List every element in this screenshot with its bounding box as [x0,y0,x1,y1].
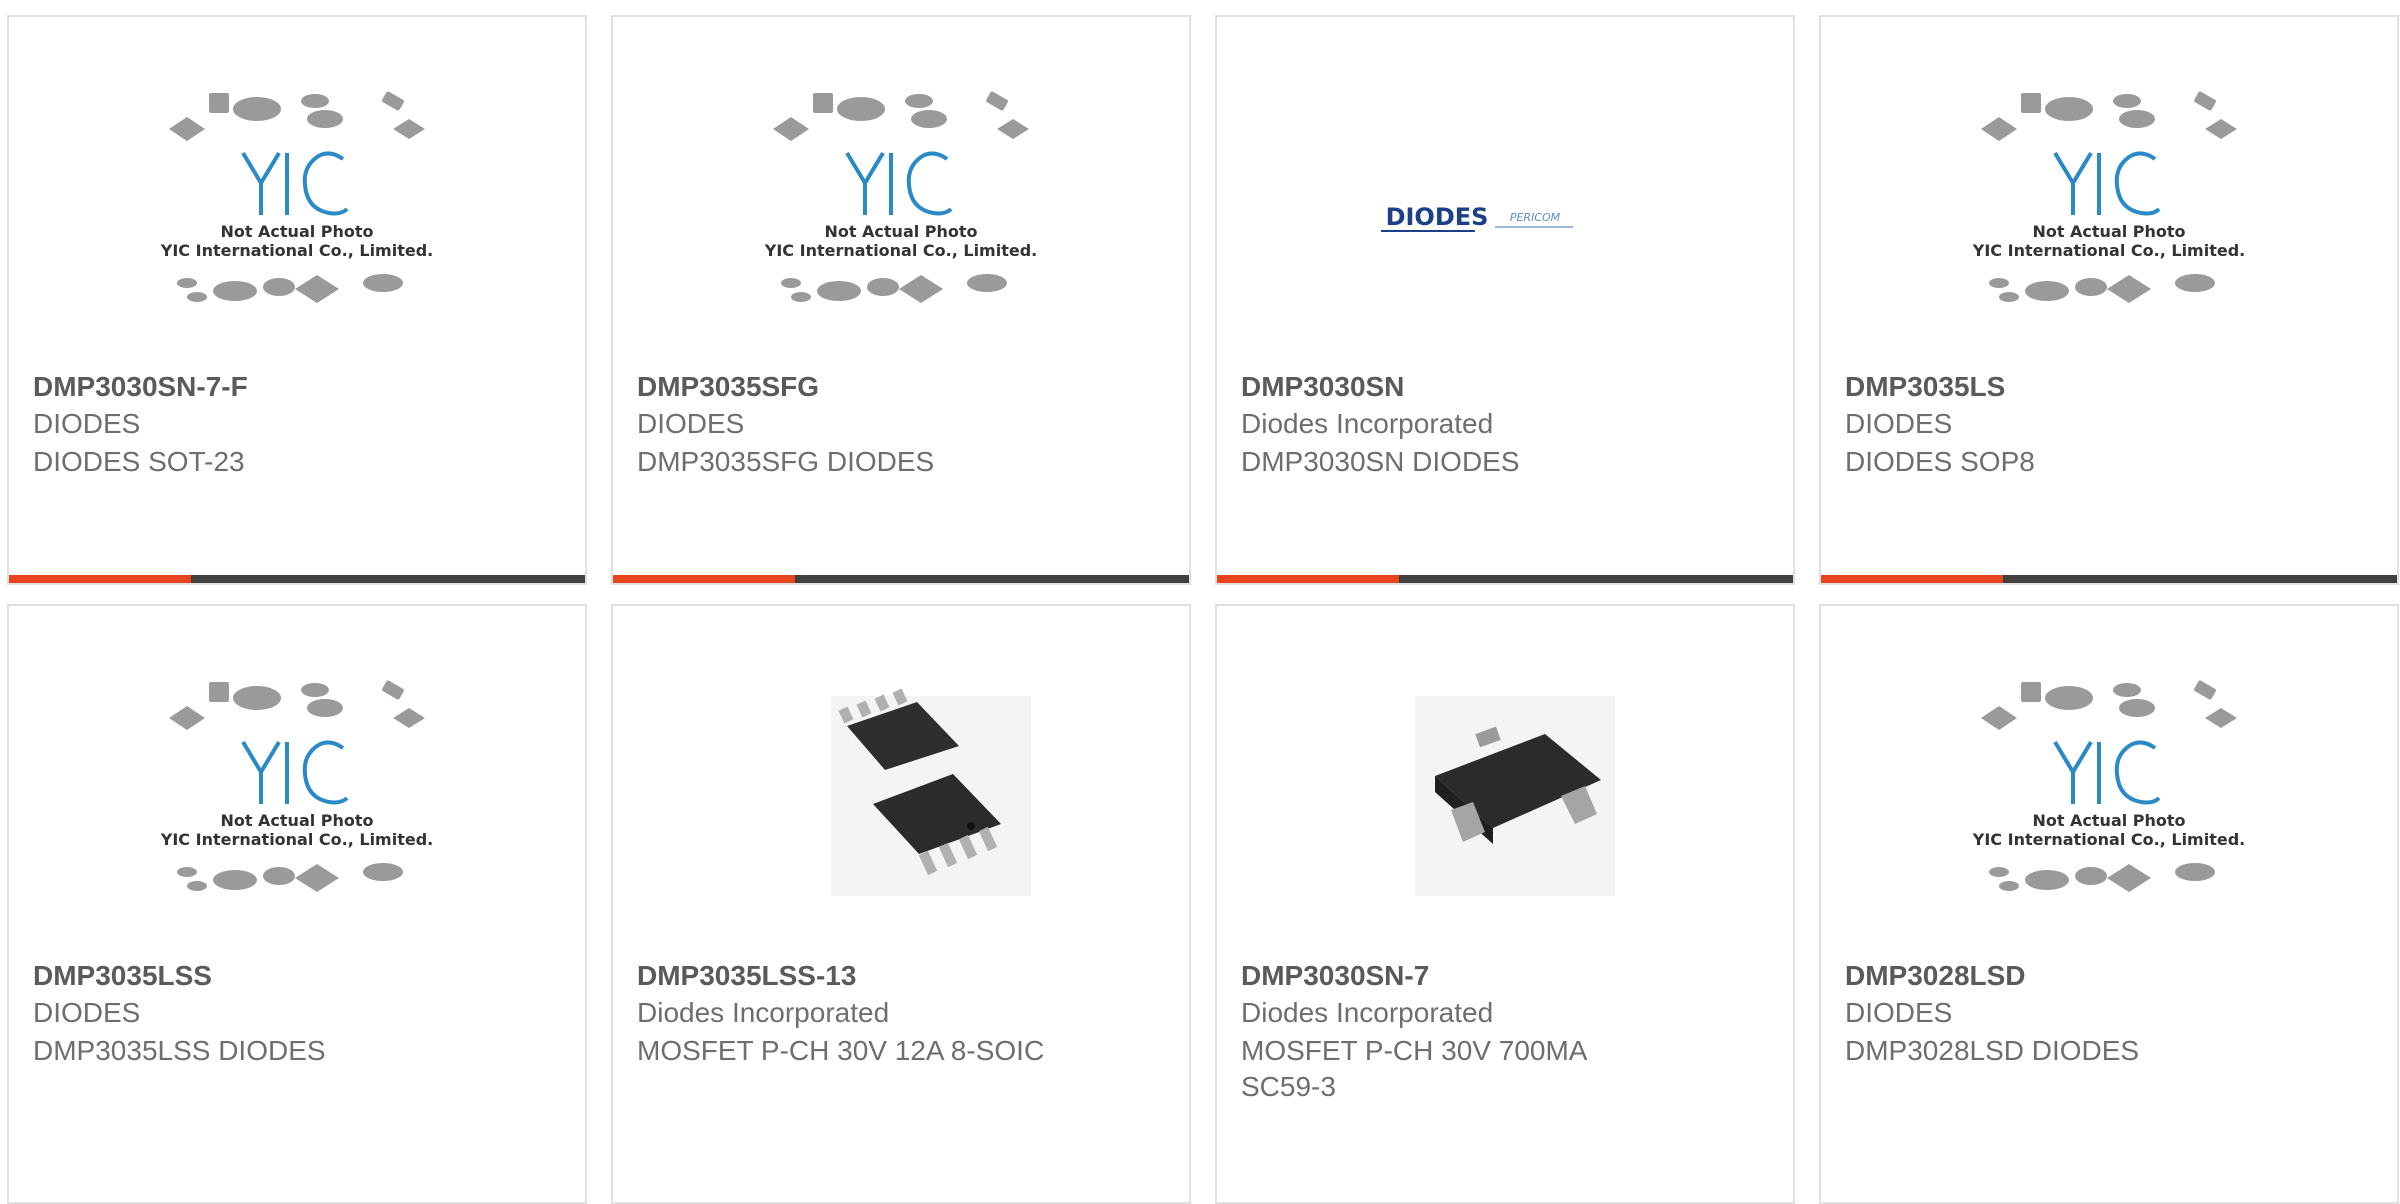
product-image[interactable]: DIODES PERICOM [1217,57,1793,357]
card-bar-accent [9,575,191,583]
placeholder-text-2: YIC International Co., Limited. [160,830,433,849]
part-number[interactable]: DMP3035LSS-13 [637,960,856,992]
placeholder-text-1: Not Actual Photo [220,811,373,830]
manufacturer: DIODES [33,997,141,1028]
manufacturer: Diodes Incorporated [637,997,890,1028]
product-image[interactable] [1217,646,1793,946]
description: DMP3035LSS DIODES [33,1035,326,1066]
diodes-brand: DIODES [1386,203,1489,231]
card-bar [1217,575,1793,583]
placeholder-text-1: Not Actual Photo [220,222,373,241]
part-number[interactable]: DMP3030SN-7-F [33,371,248,403]
diodes-logo-icon: DIODES PERICOM [1381,203,1573,232]
placeholder-text-1: Not Actual Photo [2032,222,2185,241]
placeholder-text-2: YIC International Co., Limited. [160,241,433,260]
product-image[interactable]: Not Actual Photo YIC International Co., … [9,57,585,357]
placeholder-text-2: YIC International Co., Limited. [1972,830,2245,849]
card-bar [613,575,1189,583]
card-bar [1821,575,2397,583]
placeholder-text-2: YIC International Co., Limited. [1972,241,2245,260]
product-card[interactable]: DMP3030SN-7 Diodes Incorporated MOSFET P… [1215,604,1795,1204]
manufacturer: DIODES [1845,408,1953,439]
card-bar [9,575,585,583]
manufacturer: Diodes Incorporated [1241,997,1494,1028]
product-image[interactable] [613,646,1189,946]
placeholder-text-1: Not Actual Photo [824,222,977,241]
manufacturer: Diodes Incorporated [1241,408,1494,439]
description: DMP3028LSD DIODES [1845,1035,2140,1066]
part-number[interactable]: DMP3028LSD [1845,960,2026,992]
product-image[interactable]: Not Actual Photo YIC International Co., … [1821,646,2397,946]
product-card[interactable]: Not Actual Photo YIC International Co., … [1819,15,2399,585]
card-bar-accent [1217,575,1399,583]
manufacturer: DIODES [1845,997,1953,1028]
description: MOSFET P-CH 30V 12A 8-SOIC [637,1035,1045,1066]
card-bar-accent [613,575,795,583]
description: DMP3030SN DIODES [1241,446,1520,477]
product-card[interactable]: Not Actual Photo YIC International Co., … [7,604,587,1204]
manufacturer: DIODES [637,408,745,439]
part-number[interactable]: DMP3030SN-7 [1241,960,1429,992]
card-bar-accent [1821,575,2003,583]
part-number[interactable]: DMP3035LSS [33,960,212,992]
description: DIODES SOT-23 [33,446,245,477]
description: DMP3035SFG DIODES [637,446,935,477]
description: DIODES SOP8 [1845,446,2035,477]
soic8-chip-icon [831,688,1031,896]
product-card[interactable]: Not Actual Photo YIC International Co., … [7,15,587,585]
product-card[interactable]: Not Actual Photo YIC International Co., … [1819,604,2399,1204]
sot23-chip-icon [1415,696,1615,896]
placeholder-text-1: Not Actual Photo [2032,811,2185,830]
part-number[interactable]: DMP3035LS [1845,371,2005,403]
product-image[interactable]: Not Actual Photo YIC International Co., … [1821,57,2397,357]
product-card[interactable]: DMP3035LSS-13 Diodes Incorporated MOSFET… [611,604,1191,1204]
manufacturer: DIODES [33,408,141,439]
product-card[interactable]: Not Actual Photo YIC International Co., … [611,15,1191,585]
description: MOSFET P-CH 30V 700MA SC59-3 [1241,1035,1586,1102]
pericom-brand: PERICOM [1510,211,1561,224]
part-number[interactable]: DMP3030SN [1241,371,1404,403]
product-image[interactable]: Not Actual Photo YIC International Co., … [9,646,585,946]
product-image[interactable]: Not Actual Photo YIC International Co., … [613,57,1189,357]
placeholder-text-2: YIC International Co., Limited. [764,241,1037,260]
product-card[interactable]: DIODES PERICOM DMP3030SN Diodes Incorpor… [1215,15,1795,585]
part-number[interactable]: DMP3035SFG [637,371,819,403]
